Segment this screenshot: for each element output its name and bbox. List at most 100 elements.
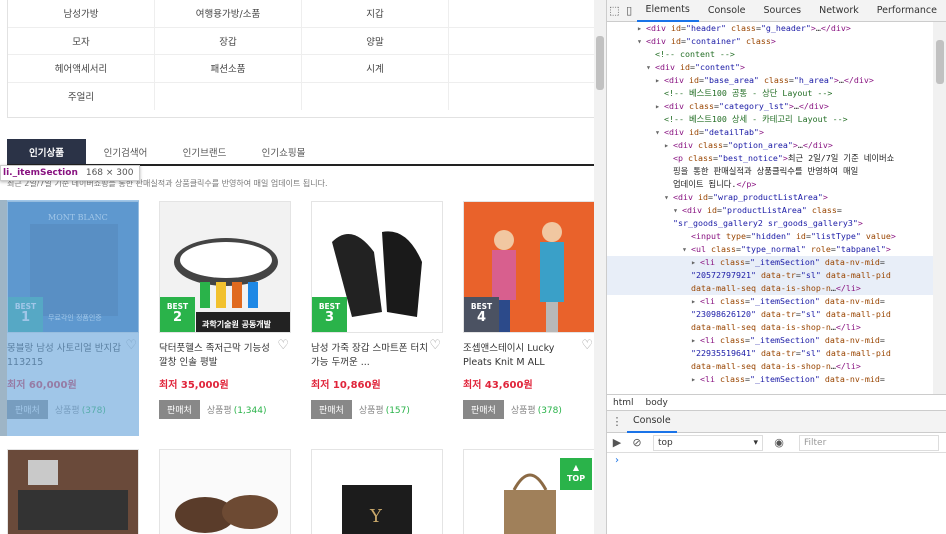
devtools-tab-0[interactable]: Elements: [636, 0, 699, 22]
dom-node-selected[interactable]: "20572797921" data-tr="sl" data-mall-pid: [607, 269, 933, 282]
tab-popular-2[interactable]: 인기브랜드: [165, 139, 244, 164]
category-link[interactable]: [449, 28, 596, 55]
review-link[interactable]: 상품평 (157): [359, 403, 410, 416]
product-thumb-sneakers[interactable]: [7, 449, 139, 534]
dom-tree-scrollbar[interactable]: [933, 22, 946, 394]
category-link[interactable]: [449, 83, 596, 111]
dom-comment[interactable]: <!-- 베스트100 상세 - 카테고리 Layout -->: [607, 113, 933, 126]
category-link[interactable]: 헤어액세서리: [8, 55, 155, 82]
review-link[interactable]: 상품평(378): [511, 403, 562, 416]
product-card[interactable]: BEST 4 ♡ 조셉앤스테이시 Lucky Pleats Knit M ALL…: [463, 201, 595, 419]
dom-node[interactable]: ▾ <div id="container" class>: [607, 35, 933, 48]
context-select[interactable]: top ▾: [653, 434, 763, 451]
category-link[interactable]: 패션소품: [155, 55, 302, 82]
category-link[interactable]: 주얼리: [8, 82, 155, 110]
dom-text[interactable]: "sr_goods_gallery2 sr_goods_gallery3">: [607, 217, 933, 230]
tab-popular-3[interactable]: 인기쇼핑몰: [244, 139, 323, 164]
category-link[interactable]: [449, 55, 596, 82]
review-link[interactable]: 상품평 (1,344): [207, 403, 267, 416]
category-link[interactable]: 양말: [302, 27, 449, 54]
dom-node[interactable]: ▸ <div class="option_area">…</div>: [607, 139, 933, 152]
category-link[interactable]: 지갑: [302, 0, 449, 27]
category-link[interactable]: 여행용가방/소품: [155, 0, 302, 27]
seller-button[interactable]: 판매처: [463, 400, 504, 419]
breadcrumb-item[interactable]: body: [646, 398, 668, 408]
dom-node[interactable]: ▸ <li class="_itemSection" data-nv-mid=: [607, 334, 933, 347]
dom-node[interactable]: <p class="best_notice">최근 2일/7일 기준 네이버쇼: [607, 152, 933, 165]
dom-node[interactable]: ▸ <div class="category_lst">…</div>: [607, 100, 933, 113]
category-link[interactable]: [155, 82, 302, 110]
dom-node-selected[interactable]: data-mall-seq data-is-shop-n…</li>: [607, 282, 933, 295]
tab-popular-0[interactable]: 인기상품: [7, 139, 86, 164]
devtools-tab-3[interactable]: Network: [810, 0, 868, 22]
console-prompt[interactable]: ›: [615, 455, 619, 466]
dom-comment[interactable]: <!-- 베스트100 공통 - 상단 Layout -->: [607, 87, 933, 100]
dom-node[interactable]: "23098626120" data-tr="sl" data-mall-pid: [607, 308, 933, 321]
category-link[interactable]: [449, 0, 596, 27]
product-title[interactable]: 조셉앤스테이시 Lucky Pleats Knit M ALL: [463, 342, 595, 370]
category-link[interactable]: 장갑: [155, 27, 302, 54]
eye-icon[interactable]: ◉: [769, 432, 789, 454]
dom-tree: ▸ <div id="header" class="g_header">…</di…: [607, 22, 933, 394]
product-title[interactable]: 남성 가죽 장갑 스마트폰 터치가능 두꺼운 ...: [311, 342, 443, 370]
devtools-tab-1[interactable]: Console: [699, 0, 755, 22]
dom-node[interactable]: data-mall-seq data-is-shop-n…</li>: [607, 360, 933, 373]
seller-button[interactable]: 판매처: [159, 400, 200, 419]
seller-row: 판매처 상품평 (157): [311, 400, 443, 419]
dom-node[interactable]: ▾ <ul class="type_normal" role="tabpanel"…: [607, 243, 933, 256]
devtools-tab-4[interactable]: Performance: [868, 0, 946, 22]
dom-node[interactable]: ▾ <div id="productListArea" class=: [607, 204, 933, 217]
scroll-top-label: TOP: [566, 474, 586, 483]
dom-tree-scrollbar-thumb[interactable]: [936, 40, 944, 84]
dom-node[interactable]: ▸ <li class="_itemSection" data-nv-mid=: [607, 295, 933, 308]
category-link[interactable]: 시계: [302, 55, 449, 82]
breadcrumb-item[interactable]: html: [613, 398, 634, 408]
dom-node[interactable]: data-mall-seq data-is-shop-n…</li>: [607, 321, 933, 334]
review-label: 상품평: [206, 406, 232, 416]
dom-node[interactable]: ▸ <li class="_itemSection" data-nv-mid=: [607, 373, 933, 386]
category-link[interactable]: [302, 82, 449, 110]
context-select-value: top: [658, 437, 673, 448]
dom-text[interactable]: 업데이트 됩니다.</p>: [607, 178, 933, 191]
popular-tabs: 인기상품 인기검색어 인기브랜드 인기쇼핑몰: [7, 139, 594, 166]
dom-node[interactable]: ▸ <div id="header" class="g_header">…</di…: [607, 22, 933, 35]
page-scrollbar-thumb[interactable]: [596, 36, 604, 90]
product-thumb-card-wallet[interactable]: Y: [311, 449, 443, 534]
product-image[interactable]: BEST 4: [463, 201, 595, 333]
devtools-tab-2[interactable]: Sources: [755, 0, 811, 22]
tab-popular-1[interactable]: 인기검색어: [86, 139, 165, 164]
dom-node[interactable]: ▾ <div id="content">: [607, 61, 933, 74]
seller-button[interactable]: 판매처: [311, 400, 352, 419]
console-filter-input[interactable]: Filter: [799, 434, 939, 451]
product-image[interactable]: BEST 3: [311, 201, 443, 333]
web-page: 남성가방 여행용가방/소품 지갑모자 장갑 양말헤어액세서리 패션소품 시계주얼리 인기상품…: [0, 0, 606, 534]
device-toolbar-icon[interactable]: ▯: [622, 0, 637, 22]
sidebar-toggle-icon[interactable]: ▶: [607, 432, 627, 454]
dom-node-selected[interactable]: ▸ <li class="_itemSection" data-nv-mid=: [607, 256, 933, 269]
category-link[interactable]: 모자: [8, 27, 155, 54]
dom-text[interactable]: 핑을 통한 판매실적과 상품클릭수를 반영하여 매일: [607, 165, 933, 178]
product-title[interactable]: 닥터풋헬스 족저근막 기능성깔창 인솔 평발: [159, 342, 291, 370]
console-drawer-tab[interactable]: Console: [627, 411, 677, 433]
inspect-element-icon[interactable]: ⬚: [607, 0, 622, 22]
product-price: 최저 43,600원: [463, 380, 533, 391]
scroll-top-button[interactable]: ▲ TOP: [560, 458, 592, 490]
product-image[interactable]: 과학기술원 공동개발 BEST 2: [159, 201, 291, 333]
devtools-tabbar: ⬚ ▯ Elements Console Sources Network Perform…: [607, 0, 946, 22]
devtools-panel: ⬚ ▯ Elements Console Sources Network Perform…: [606, 0, 946, 534]
dom-node[interactable]: ▾ <div id="wrap_productListArea">: [607, 191, 933, 204]
review-count: (1,344): [233, 406, 267, 416]
page-scrollbar[interactable]: [594, 0, 606, 534]
product-price: 최저 35,000원: [159, 380, 229, 391]
dom-comment[interactable]: <!-- content -->: [607, 48, 933, 61]
dom-node[interactable]: ▸ <div id="base_area" class="h_area">…</d…: [607, 74, 933, 87]
kebab-menu-icon[interactable]: ⋮: [607, 411, 627, 433]
dom-node[interactable]: <input type="hidden" id="listType" value…: [607, 230, 933, 243]
clear-console-icon[interactable]: ⊘: [627, 432, 647, 454]
product-card[interactable]: 과학기술원 공동개발 BEST 2 ♡ 닥터풋헬스 족저근막 기능성깔창 인솔 …: [159, 201, 291, 419]
category-link[interactable]: 남성가방: [8, 0, 155, 27]
dom-node[interactable]: ▾ <div id="detailTab">: [607, 126, 933, 139]
product-card[interactable]: BEST 3 ♡ 남성 가죽 장갑 스마트폰 터치가능 두꺼운 ... 최저 1…: [311, 201, 443, 419]
dom-node[interactable]: "22935519641" data-tr="sl" data-mall-pid: [607, 347, 933, 360]
product-thumb-boots[interactable]: [159, 449, 291, 534]
